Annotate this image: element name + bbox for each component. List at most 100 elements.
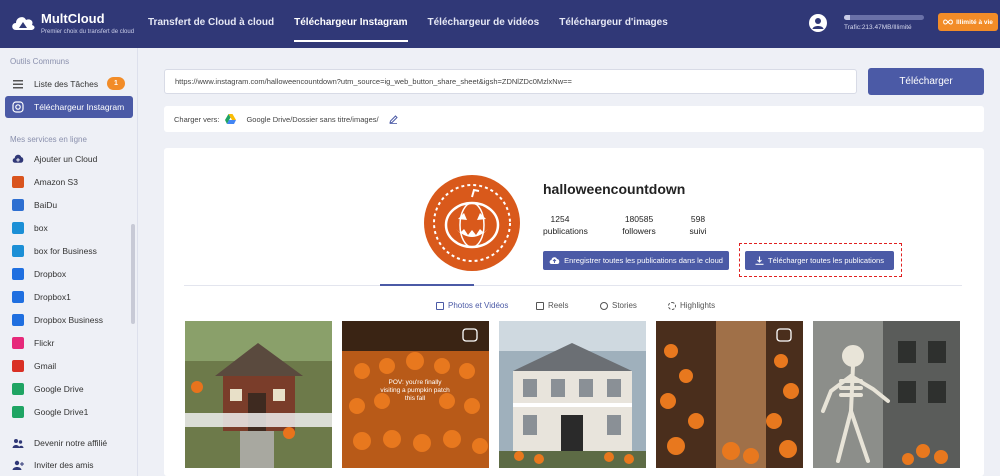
stat-label: followers	[622, 226, 656, 236]
traffic-progress-bar	[844, 15, 924, 20]
instagram-icon	[12, 101, 24, 113]
dropbox-icon	[12, 268, 24, 280]
upgrade-label: Illimité à vie	[956, 18, 993, 26]
sidebar-item-invite-friends[interactable]: Inviter des amis	[5, 454, 133, 476]
sidebar-item-label: Dropbox	[34, 269, 67, 279]
sidebar-item-dropbox[interactable]: Dropbox	[5, 263, 133, 285]
top-bar: MultCloud Premier choix du transfert de …	[0, 0, 1000, 48]
nav-video-downloader[interactable]: Téléchargeur de vidéos	[418, 0, 550, 48]
instagram-url-input[interactable]: https://www.instagram.com/halloweencount…	[164, 69, 857, 94]
upgrade-button[interactable]: Illimité à vie	[938, 13, 998, 31]
edit-pencil-icon[interactable]	[388, 114, 398, 124]
cloud-upload-icon	[549, 257, 560, 264]
stat-value: 1254	[550, 214, 570, 224]
app-tagline: Premier choix du transfert de cloud	[41, 29, 135, 35]
invite-friends-icon	[12, 459, 24, 471]
sidebar-item-google-drive1[interactable]: Google Drive1	[5, 401, 133, 423]
save-path-text: Google Drive/Dossier sans titre/images/	[246, 114, 379, 124]
sidebar-item-label: Ajouter un Cloud	[34, 154, 98, 164]
stat-followers: 180585 followers	[620, 213, 658, 237]
post-thumbnail[interactable]: POV: you're finally visiting a pumpkin p…	[342, 321, 489, 468]
save-all-to-cloud-button[interactable]: Enregistrer toutes les publications dans…	[543, 251, 729, 270]
pumpkin-logo-icon	[433, 184, 511, 262]
gmail-icon	[12, 360, 24, 372]
download-button[interactable]: Télécharger	[868, 68, 984, 95]
app-name: MultCloud	[41, 11, 105, 26]
sidebar-item-label: Liste des Tâches	[34, 79, 99, 89]
nav-image-downloader[interactable]: Téléchargeur d'images	[549, 0, 678, 48]
tab-label: Highlights	[680, 301, 716, 310]
baidu-icon	[12, 199, 24, 211]
sidebar-item-gmail[interactable]: Gmail	[5, 355, 133, 377]
url-input-value: https://www.instagram.com/halloweencount…	[175, 77, 572, 86]
sidebar-item-label: Dropbox1	[34, 292, 71, 302]
sidebar-item-label: BaiDu	[34, 200, 58, 210]
sidebar-item-label: Gmail	[34, 361, 57, 371]
sidebar-item-dropbox1[interactable]: Dropbox1	[5, 286, 133, 308]
profile-username: halloweencountdown	[543, 181, 686, 197]
sidebar-item-box[interactable]: box	[5, 217, 133, 239]
sidebar-item-google-drive[interactable]: Google Drive	[5, 378, 133, 400]
sidebar-item-label: Devenir notre affilié	[34, 438, 108, 448]
box-icon	[12, 222, 24, 234]
grid-icon	[436, 301, 444, 310]
sidebar-item-label: Flickr	[34, 338, 55, 348]
sidebar-item-label: Dropbox Business	[34, 315, 103, 325]
dropbox-business-icon	[12, 314, 24, 326]
stat-publications: 1254 publications	[543, 213, 588, 237]
user-avatar-icon[interactable]	[809, 14, 827, 32]
tab-highlights[interactable]: Highlights	[668, 301, 715, 310]
sidebar-item-flickr[interactable]: Flickr	[5, 332, 133, 354]
sidebar-scrollbar[interactable]	[131, 224, 135, 324]
sidebar-section-common-tools: Outils Communs	[10, 57, 70, 66]
sidebar-section-my-services: Mes services en ligne	[10, 135, 87, 144]
tab-label: Stories	[612, 301, 637, 310]
save-all-to-cloud-label: Enregistrer toutes les publications dans…	[564, 256, 723, 265]
nav-cloud-transfer[interactable]: Transfert de Cloud à cloud	[138, 0, 284, 48]
google-drive-icon	[12, 383, 24, 395]
tab-label: Photos et Vidéos	[448, 301, 509, 310]
post-thumbnail[interactable]	[499, 321, 646, 468]
post-thumbnail[interactable]	[813, 321, 960, 468]
affiliate-icon	[12, 437, 24, 449]
nav-instagram-downloader[interactable]: Téléchargeur Instagram	[284, 0, 417, 48]
post-thumbnail[interactable]	[185, 321, 332, 468]
amazon-s3-icon	[12, 176, 24, 188]
stat-label: publications	[543, 226, 588, 236]
box-for-business-icon	[12, 245, 24, 257]
sidebar-item-instagram-downloader[interactable]: Téléchargeur Instagram	[5, 96, 133, 118]
sidebar-item-label: Google Drive	[34, 384, 84, 394]
traffic-text: Trafic:213.47MB/Illimité	[844, 24, 912, 31]
tab-stories[interactable]: Stories	[600, 301, 637, 310]
stories-icon	[600, 301, 608, 310]
sidebar-item-dropbox-business[interactable]: Dropbox Business	[5, 309, 133, 331]
save-to-label: Charger vers:	[174, 114, 220, 124]
stat-following: 598 suivi	[685, 213, 711, 237]
sidebar-item-affiliate[interactable]: Devenir notre affilié	[5, 432, 133, 454]
post-overlay-caption: POV: you're finally visiting a pumpkin p…	[380, 379, 450, 402]
highlight-annotation-box	[739, 243, 902, 277]
highlights-icon	[668, 301, 676, 310]
sidebar-item-baidu[interactable]: BaiDu	[5, 194, 133, 216]
tab-label: Reels	[548, 301, 569, 310]
active-tab-indicator	[380, 284, 474, 286]
stat-value: 180585	[624, 214, 654, 224]
save-destination-bar: Charger vers: Google Drive/Dossier sans …	[164, 106, 984, 132]
task-count-badge: 1	[107, 77, 125, 90]
sidebar-item-box-for-business[interactable]: box for Business	[5, 240, 133, 262]
sidebar-item-label: Google Drive1	[34, 407, 89, 417]
post-thumbnail[interactable]	[656, 321, 803, 468]
sidebar-item-label: Amazon S3	[34, 177, 78, 187]
logo[interactable]: MultCloud Premier choix du transfert de …	[10, 8, 140, 40]
tab-reels[interactable]: Reels	[536, 301, 568, 310]
main-nav: Transfert de Cloud à cloud Téléchargeur …	[138, 0, 678, 48]
reels-icon	[536, 301, 544, 310]
tab-photos-videos[interactable]: Photos et Vidéos	[436, 301, 508, 310]
tabs-divider	[184, 285, 962, 286]
infinity-icon	[943, 19, 953, 25]
list-icon	[12, 78, 24, 90]
sidebar-item-add-cloud[interactable]: Ajouter un Cloud	[5, 148, 133, 170]
sidebar-item-amazon-s3[interactable]: Amazon S3	[5, 171, 133, 193]
profile-avatar	[424, 175, 520, 271]
dropbox1-icon	[12, 291, 24, 303]
